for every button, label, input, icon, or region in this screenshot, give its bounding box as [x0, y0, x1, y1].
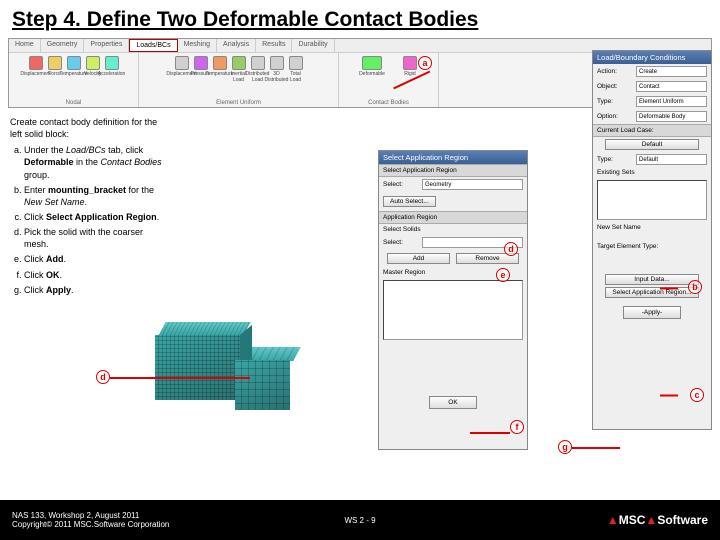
msc-logo: ▲MSC▲Software [607, 513, 708, 527]
lbc-newset-label: New Set Name [593, 222, 711, 233]
lbc-type2-label: Type: [597, 156, 633, 163]
lbc-option[interactable]: Deformable Body [636, 111, 707, 122]
lbc-object[interactable]: Contact [636, 81, 707, 92]
footer-line2: Copyright© 2011 MSC.Software Corporation [12, 520, 169, 529]
callout-d-model: d [96, 370, 110, 384]
tab-properties[interactable]: Properties [84, 39, 129, 52]
sar-head1: Select Application Region [379, 164, 527, 177]
tab-geometry[interactable]: Geometry [41, 39, 85, 52]
slide-number: WS 2 - 9 [344, 516, 375, 525]
panel-load-bc: Load/Boundary Conditions Action:Create O… [592, 50, 712, 430]
add-button[interactable]: Add [387, 253, 450, 264]
callout-g: g [558, 440, 572, 454]
el-temp-icon[interactable]: Temperature [212, 56, 228, 84]
callout-b: b [688, 280, 702, 294]
instr-a: Under the Load/BCs tab, click Deformable… [24, 144, 170, 180]
lbc-existing-label: Existing Sets [593, 167, 711, 178]
deformable-icon[interactable]: Deformable [352, 56, 392, 84]
callout-f: f [510, 420, 524, 434]
instr-f: Click OK. [24, 269, 170, 281]
ribbon-group-nodal: Displacement Force Temperature Velocity … [9, 53, 139, 107]
pressure-icon[interactable]: Pressure [193, 56, 209, 84]
distributed3d-icon[interactable]: 3D Distributed [269, 56, 285, 84]
instr-c: Click Select Application Region. [24, 211, 170, 223]
lbc-option-label: Option: [597, 113, 633, 120]
select-app-region-button[interactable]: Select Application Region... [605, 287, 699, 298]
sar-master-list[interactable] [383, 280, 523, 340]
group-label-nodal: Nodal [13, 100, 134, 106]
tab-analysis[interactable]: Analysis [217, 39, 256, 52]
callout-d-panel: d [504, 242, 518, 256]
footer: NAS 133, Workshop 2, August 2011 Copyrig… [0, 500, 720, 540]
instructions: Create contact body definition for the l… [10, 116, 170, 299]
callout-c: c [690, 388, 704, 402]
sar-select2-label: Select: [383, 239, 419, 246]
sar-select-solids-label: Select Solids [379, 224, 527, 235]
lbc-action-label: Action: [597, 68, 633, 75]
lbc-action[interactable]: Create [636, 66, 707, 77]
inertial-icon[interactable]: Inertial Load [231, 56, 247, 84]
ok-button[interactable]: OK [429, 396, 476, 409]
panel-select-application-region: Select Application Region Select Applica… [378, 150, 528, 450]
footer-line1: NAS 133, Workshop 2, August 2011 [12, 511, 169, 520]
instr-e: Click Add. [24, 253, 170, 265]
ribbon-group-element: Displacement Pressure Temperature Inerti… [139, 53, 339, 107]
callout-a: a [418, 56, 432, 70]
apply-button[interactable]: -Apply- [623, 306, 682, 319]
displacement-icon[interactable]: Displacement [28, 56, 44, 84]
instr-b: Enter mounting_bracket for the New Set N… [24, 184, 170, 208]
existing-sets-list[interactable] [597, 180, 707, 220]
sar-select-label: Select: [383, 181, 419, 188]
tab-loads-bcs[interactable]: Loads/BCs [129, 39, 177, 52]
distributed-icon[interactable]: Distributed Load [250, 56, 266, 84]
callout-e: e [496, 268, 510, 282]
tab-durability[interactable]: Durability [292, 39, 334, 52]
lbc-type-label: Type: [597, 98, 633, 105]
lbc-title: Load/Boundary Conditions [593, 51, 711, 64]
tab-home[interactable]: Home [9, 39, 41, 52]
instr-g: Click Apply. [24, 284, 170, 296]
group-label-contact: Contact Bodies [343, 100, 434, 106]
lbc-type2[interactable]: Default [636, 154, 707, 165]
sar-select-value[interactable]: Geometry [422, 179, 523, 190]
tab-meshing[interactable]: Meshing [178, 39, 217, 52]
acceleration-icon[interactable]: Acceleration [104, 56, 120, 84]
input-data-button[interactable]: Input Data... [605, 274, 699, 285]
model-view[interactable] [145, 320, 305, 430]
instr-d: Pick the solid with the coarser mesh. [24, 226, 170, 250]
temperature-icon[interactable]: Temperature [66, 56, 82, 84]
sar-appreg-head: Application Region [379, 211, 527, 224]
auto-select-button[interactable]: Auto Select... [383, 196, 436, 207]
default-button[interactable]: Default [605, 139, 699, 150]
instr-intro: Create contact body definition for the l… [10, 116, 170, 140]
lbc-target-label: Target Element Type: [593, 241, 711, 252]
force-icon[interactable]: Force [47, 56, 63, 84]
lbc-type[interactable]: Element Uniform [636, 96, 707, 107]
lbc-currcase: Current Load Case: [593, 124, 711, 137]
lbc-object-label: Object: [597, 83, 633, 90]
el-displacement-icon[interactable]: Displacement [174, 56, 190, 84]
page-title: Step 4. Define Two Deformable Contact Bo… [0, 0, 720, 36]
tab-results[interactable]: Results [256, 39, 292, 52]
velocity-icon[interactable]: Velocity [85, 56, 101, 84]
sar-title: Select Application Region [379, 151, 527, 164]
group-label-element: Element Uniform [143, 100, 334, 106]
totalload-icon[interactable]: Total Load [288, 56, 304, 84]
